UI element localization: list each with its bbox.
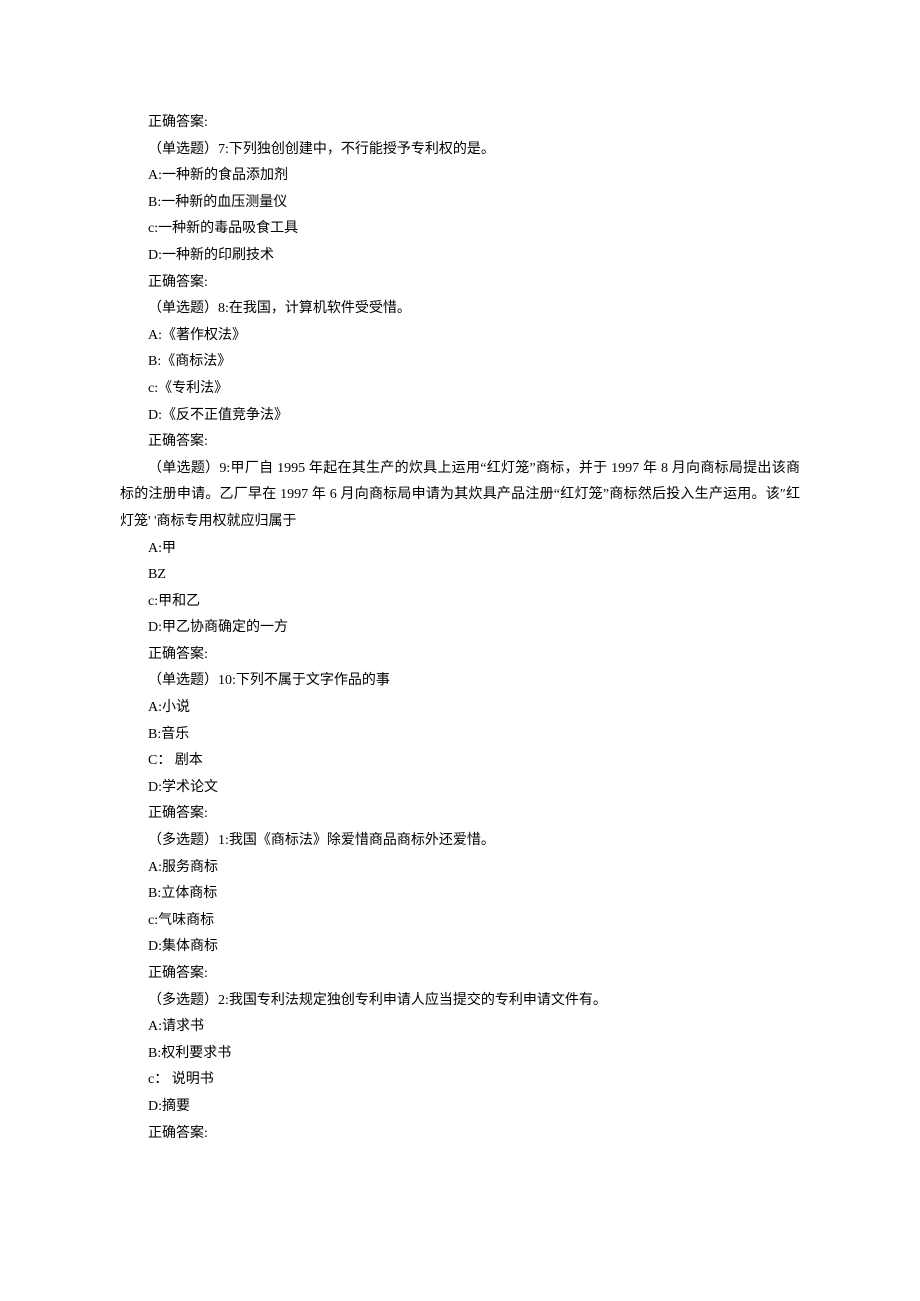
answer-label: 正确答案: — [120, 1121, 800, 1148]
option-c: c:一种新的毒品吸食工具 — [120, 216, 800, 243]
answer-label: 正确答案: — [120, 270, 800, 297]
document-content: 正确答案: （单选题）7:下列独创创建中，不行能授予专利权的是。 A:一种新的食… — [120, 110, 800, 1147]
option-b: B:音乐 — [120, 722, 800, 749]
option-b: B:权利要求书 — [120, 1041, 800, 1068]
multi-question-1: （多选题）1:我国《商标法》除爱惜商品商标外还爱惜。 — [120, 828, 800, 855]
option-a: A:甲 — [120, 536, 800, 563]
option-c: c:气味商标 — [120, 908, 800, 935]
answer-label: 正确答案: — [120, 429, 800, 456]
question-10: （单选题）10:下列不属于文字作品的事 — [120, 668, 800, 695]
option-a: A:小说 — [120, 695, 800, 722]
multi-question-2: （多选题）2:我国专利法规定独创专利申请人应当提交的专利申请文件有。 — [120, 988, 800, 1015]
option-a: A:请求书 — [120, 1014, 800, 1041]
option-a: A:一种新的食品添加剂 — [120, 163, 800, 190]
answer-label: 正确答案: — [120, 801, 800, 828]
text-line: 正确答案: — [120, 110, 800, 137]
option-c: C： 剧本 — [120, 748, 800, 775]
option-c: c： 说明书 — [120, 1067, 800, 1094]
question-8: （单选题）8:在我国，计算机软件受受惜。 — [120, 296, 800, 323]
option-a: A:服务商标 — [120, 855, 800, 882]
option-c: c:《专利法》 — [120, 376, 800, 403]
answer-label: 正确答案: — [120, 961, 800, 988]
question-7: （单选题）7:下列独创创建中，不行能授予专利权的是。 — [120, 137, 800, 164]
option-b: B:一种新的血压测量仪 — [120, 190, 800, 217]
option-b: B:《商标法》 — [120, 349, 800, 376]
option-c: c:甲和乙 — [120, 589, 800, 616]
option-d: D:集体商标 — [120, 934, 800, 961]
option-d: D:一种新的印刷技术 — [120, 243, 800, 270]
option-d: D:学术论文 — [120, 775, 800, 802]
answer-label: 正确答案: — [120, 642, 800, 669]
option-b: B:立体商标 — [120, 881, 800, 908]
option-d: D:《反不正值竞争法》 — [120, 403, 800, 430]
option-a: A:《著作权法》 — [120, 323, 800, 350]
question-9: （单选题）9:甲厂自 1995 年起在其生产的炊具上运用“红灯笼”商标，并于 1… — [120, 456, 800, 536]
option-b: BZ — [120, 562, 800, 589]
option-d: D:甲乙协商确定的一方 — [120, 615, 800, 642]
option-d: D:摘要 — [120, 1094, 800, 1121]
